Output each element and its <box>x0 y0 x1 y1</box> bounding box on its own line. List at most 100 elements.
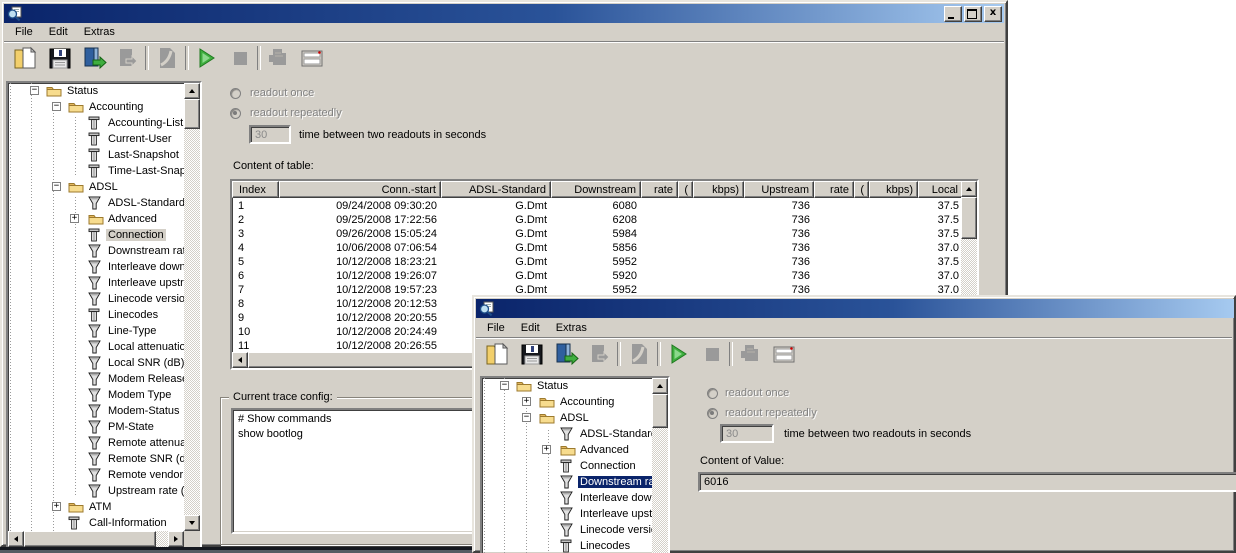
tree-item-adsl-standard[interactable]: ADSL-Standard <box>482 426 652 442</box>
table-row[interactable]: 510/12/2008 18:23:21G.Dmt595273637.5 <box>232 255 961 269</box>
column-header-index[interactable]: Index <box>232 181 279 198</box>
new-button[interactable] <box>484 340 512 368</box>
import-button[interactable] <box>80 44 108 72</box>
tree-item-remote-vendor-id[interactable]: Remote vendor ID <box>8 467 184 483</box>
collapse-icon[interactable]: − <box>500 381 509 390</box>
tree-item-linecode-version[interactable]: Linecode version <box>482 522 652 538</box>
expand-icon[interactable]: + <box>52 502 61 511</box>
collapse-icon[interactable]: − <box>30 86 39 95</box>
tree-item-last-snapshot[interactable]: Last-Snapshot <box>8 147 184 163</box>
tree-item-local-attenuation[interactable]: Local attenuation <box>8 339 184 355</box>
tree-item-interleave-downs[interactable]: Interleave downs <box>482 490 652 506</box>
readout-once-radio[interactable] <box>707 388 718 399</box>
column-header-kbps[interactable]: kbps) <box>693 181 744 198</box>
maximize-button[interactable] <box>964 6 982 22</box>
tree-item-label: Line-Type <box>106 325 158 337</box>
front-titlebar[interactable] <box>476 299 1234 318</box>
readout-repeatedly-radio[interactable] <box>707 408 718 419</box>
column-header-rate[interactable]: rate <box>641 181 678 198</box>
expand-icon[interactable]: + <box>542 445 551 454</box>
tree-item-accounting[interactable]: +Accounting <box>482 394 652 410</box>
column-header-adslstandard[interactable]: ADSL-Standard <box>441 181 551 198</box>
interval-input[interactable]: 30 <box>720 424 774 443</box>
column-header-connstart[interactable]: Conn.-start <box>279 181 441 198</box>
collapse-icon[interactable]: − <box>522 413 531 422</box>
menu-file[interactable]: File <box>7 24 41 41</box>
tree-item-modem-status[interactable]: Modem-Status <box>8 403 184 419</box>
start-button[interactable] <box>192 44 220 72</box>
table-row[interactable]: 309/26/2008 15:05:24G.Dmt598473637.5 <box>232 227 961 241</box>
tree-item-call-information[interactable]: Call-Information <box>8 515 184 531</box>
expand-icon[interactable]: + <box>522 397 531 406</box>
tree-item-remote-snr-db-[interactable]: Remote SNR (dB) <box>8 451 184 467</box>
tree-item-modem-release[interactable]: Modem Release <box>8 371 184 387</box>
back-titlebar[interactable]: x <box>4 4 1004 23</box>
window-button[interactable] <box>770 340 798 368</box>
menu-edit[interactable]: Edit <box>513 320 548 337</box>
menu-extras[interactable]: Extras <box>76 24 123 41</box>
content-of-value-field[interactable]: 6016 <box>698 472 1236 492</box>
column-header-rate[interactable]: rate <box>814 181 854 198</box>
value-icon <box>560 427 573 441</box>
tree-item-local-snr-db-[interactable]: Local SNR (dB) <box>8 355 184 371</box>
tree-item-connection[interactable]: Connection <box>482 458 652 474</box>
menu-extras[interactable]: Extras <box>548 320 595 337</box>
menu-file[interactable]: File <box>479 320 513 337</box>
tree-item-pm-state[interactable]: PM-State <box>8 419 184 435</box>
column-header-downstream[interactable]: Downstream <box>551 181 641 198</box>
tree-item-time-last-snapsh[interactable]: Time-Last-Snapsh <box>8 163 184 179</box>
expand-icon[interactable]: + <box>70 214 79 223</box>
tree-item-upstream-rate-kb[interactable]: Upstream rate (kb <box>8 483 184 499</box>
tree-item-status[interactable]: −Status <box>8 83 184 99</box>
readout-repeatedly-radio[interactable] <box>230 108 241 119</box>
column-header-sym[interactable]: ( <box>678 181 693 198</box>
tree-item-interleave-upstre[interactable]: Interleave upstre <box>8 275 184 291</box>
close-button[interactable]: x <box>984 6 1002 22</box>
tree-item-advanced[interactable]: +Advanced <box>8 211 184 227</box>
tree-item-line-type[interactable]: Line-Type <box>8 323 184 339</box>
collapse-icon[interactable]: − <box>52 102 61 111</box>
tree-item-remote-attenuati[interactable]: Remote attenuati <box>8 435 184 451</box>
column-header-sym[interactable]: ( <box>854 181 869 198</box>
save-button[interactable] <box>46 44 74 72</box>
tree-item-interleave-upstre[interactable]: Interleave upstre <box>482 506 652 522</box>
tree-item-linecodes[interactable]: Linecodes <box>482 538 652 553</box>
column-header-upstream[interactable]: Upstream <box>744 181 814 198</box>
table-row[interactable]: 109/24/2008 09:30:20G.Dmt608073637.5 <box>232 199 961 213</box>
interval-input[interactable]: 30 <box>249 125 291 144</box>
tree-item-current-user[interactable]: Current-User <box>8 131 184 147</box>
tree-item-label: Current-User <box>106 133 174 145</box>
tree-item-advanced[interactable]: +Advanced <box>482 442 652 458</box>
minimize-button[interactable] <box>944 6 962 22</box>
save-button[interactable] <box>518 340 546 368</box>
tree-item-modem-type[interactable]: Modem Type <box>8 387 184 403</box>
tree-item-downstream-rate[interactable]: Downstream rate <box>482 474 652 490</box>
table-row[interactable]: 410/06/2008 07:06:54G.Dmt585673637.0 <box>232 241 961 255</box>
tree-item-status[interactable]: −Status <box>482 378 652 394</box>
menu-edit[interactable]: Edit <box>41 24 76 41</box>
tree-item-connection[interactable]: Connection <box>8 227 184 243</box>
new-button[interactable] <box>12 44 40 72</box>
tree-item-linecode-version[interactable]: Linecode version <box>8 291 184 307</box>
column-header-kbps[interactable]: kbps) <box>869 181 918 198</box>
window-button[interactable] <box>298 44 326 72</box>
import-button[interactable] <box>552 340 580 368</box>
front-tree-vscrollbar[interactable] <box>652 378 668 553</box>
tree-item-downstream-rate[interactable]: Downstream rate <box>8 243 184 259</box>
back-tree-hscrollbar[interactable] <box>8 531 184 547</box>
readout-once-radio[interactable] <box>230 88 241 99</box>
tree-item-accounting[interactable]: −Accounting <box>8 99 184 115</box>
start-button[interactable] <box>664 340 692 368</box>
tree-item-adsl-standard[interactable]: ADSL-Standard <box>8 195 184 211</box>
column-header-local[interactable]: Local <box>918 181 963 198</box>
tree-item-linecodes[interactable]: Linecodes <box>8 307 184 323</box>
tree-item-accounting-list[interactable]: Accounting-List <box>8 115 184 131</box>
tree-item-adsl[interactable]: −ADSL <box>8 179 184 195</box>
collapse-icon[interactable]: − <box>52 182 61 191</box>
tree-item-interleave-downs[interactable]: Interleave downs <box>8 259 184 275</box>
tree-item-atm[interactable]: +ATM <box>8 499 184 515</box>
table-row[interactable]: 209/25/2008 17:22:56G.Dmt620873637.5 <box>232 213 961 227</box>
tree-item-adsl[interactable]: −ADSL <box>482 410 652 426</box>
table-row[interactable]: 610/12/2008 19:26:07G.Dmt592073637.0 <box>232 269 961 283</box>
back-tree-vscrollbar[interactable] <box>184 83 200 531</box>
